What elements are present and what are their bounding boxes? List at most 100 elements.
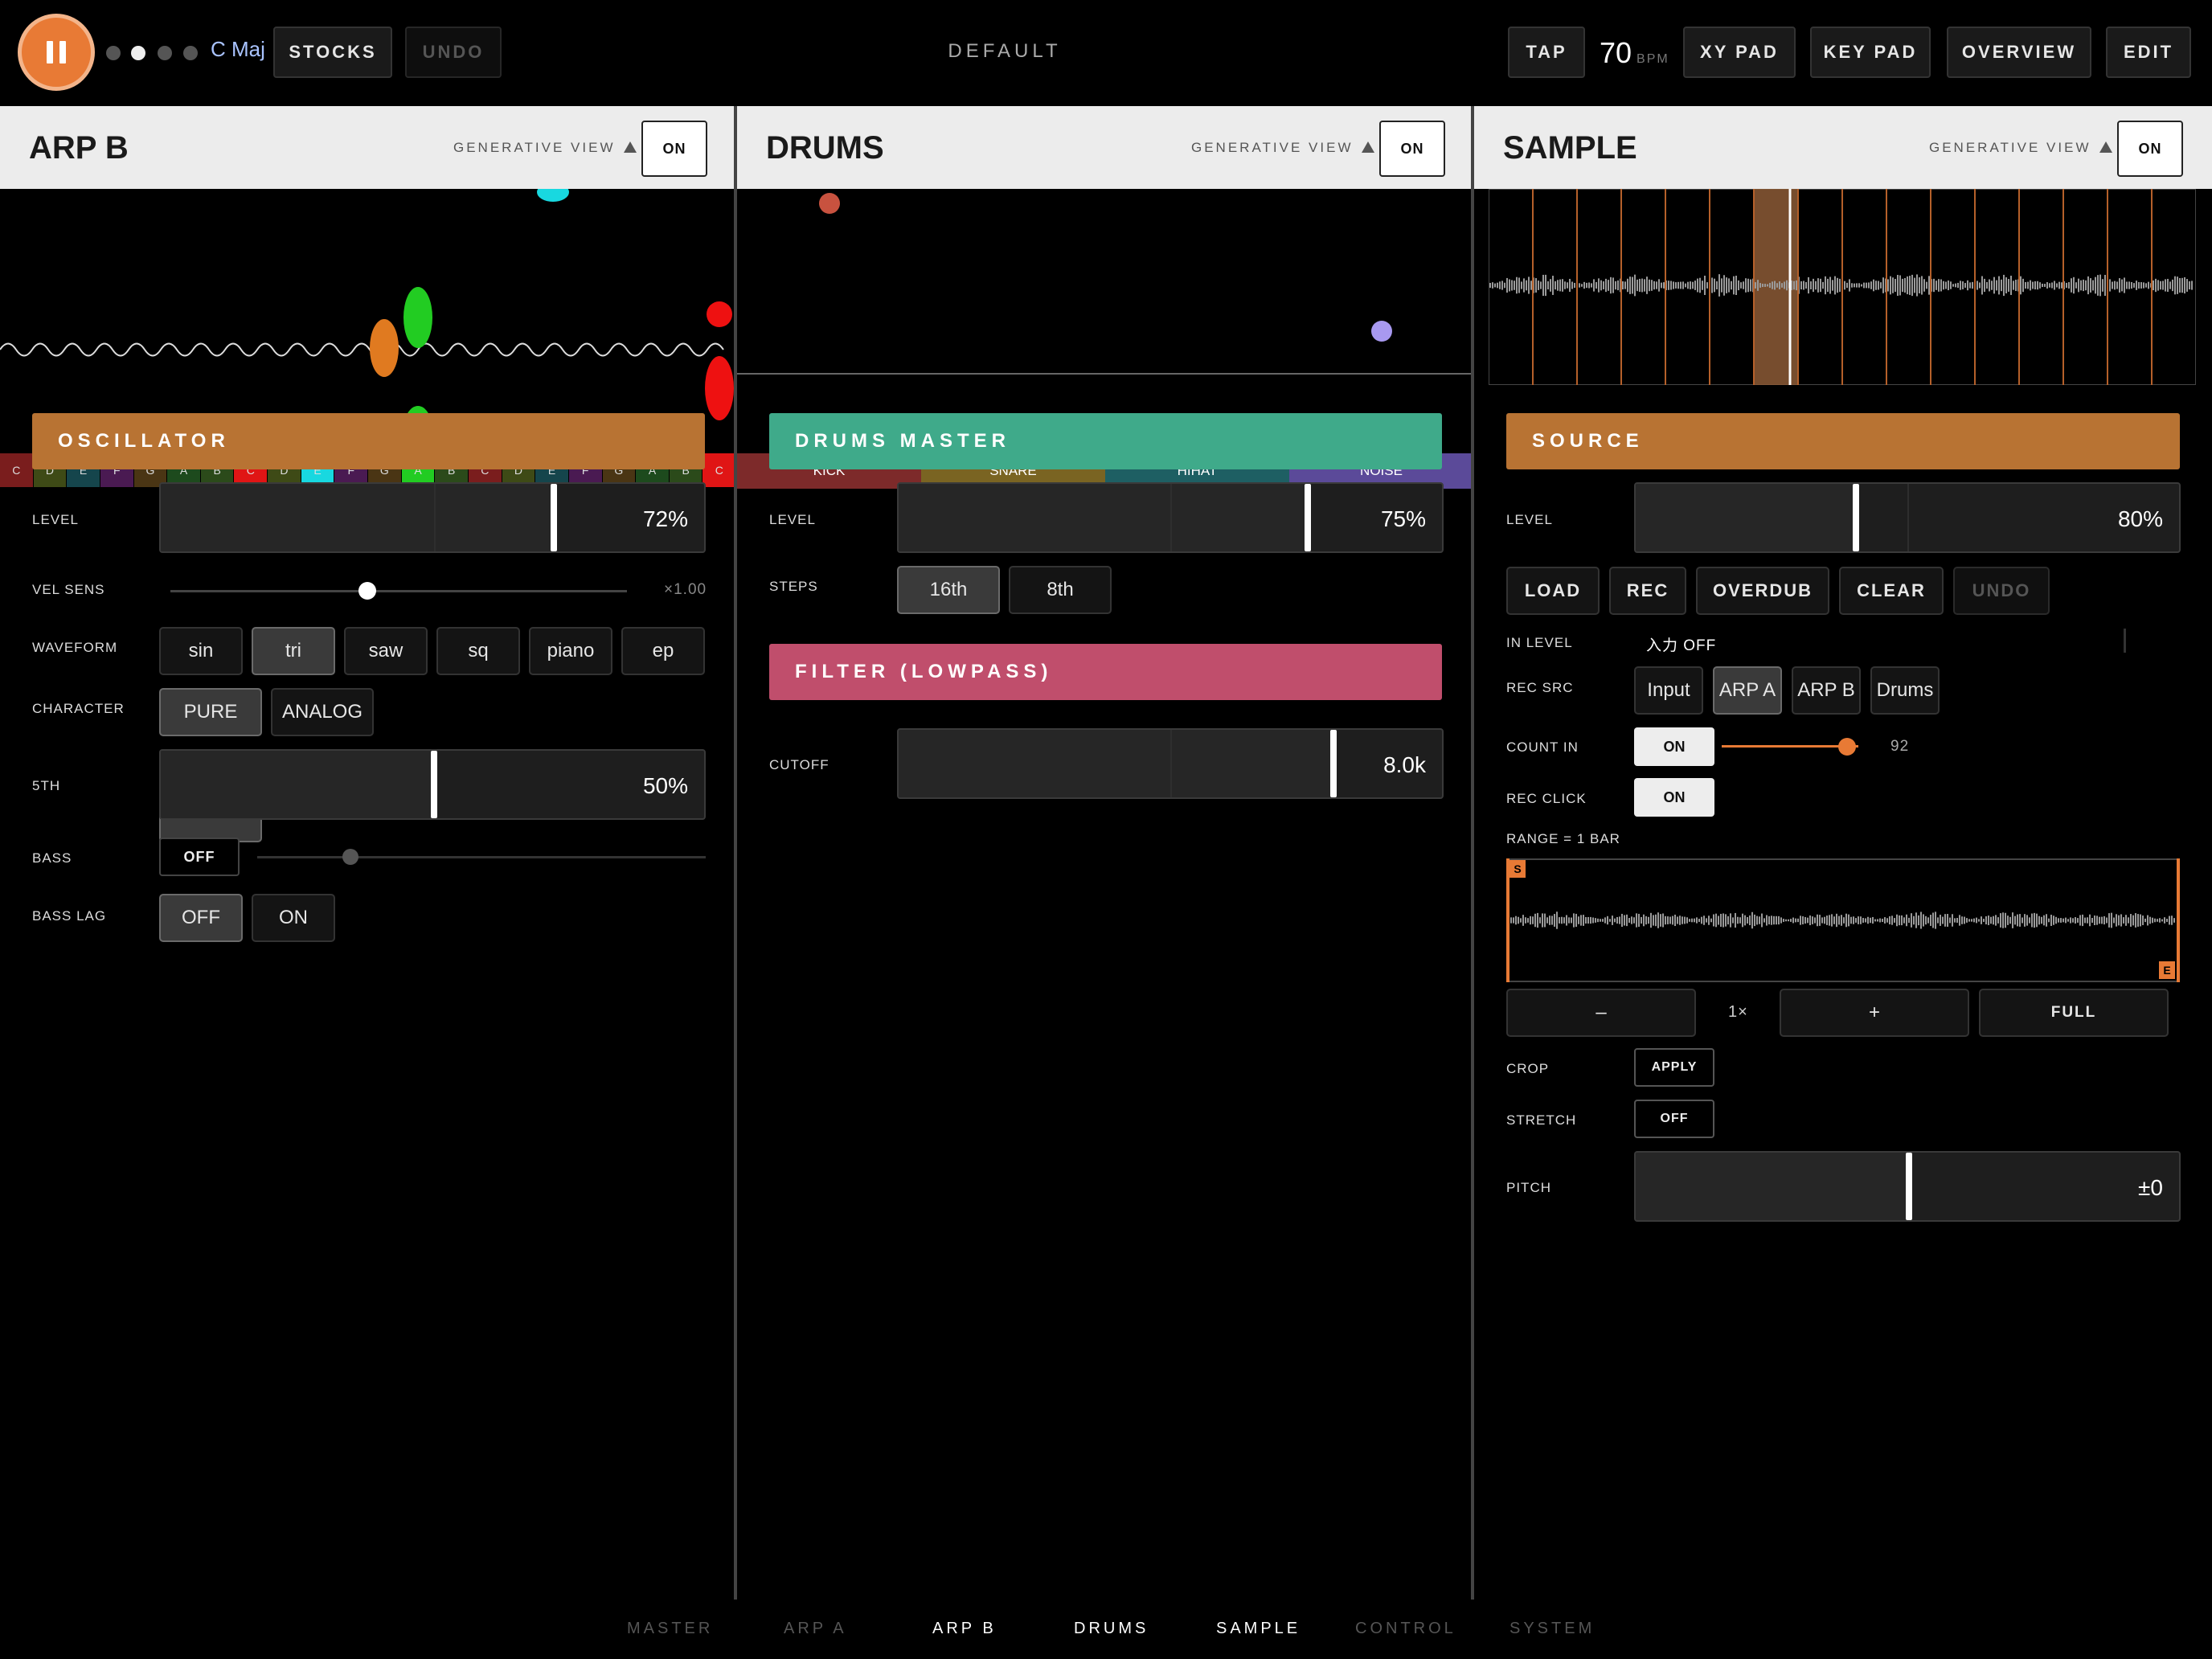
rec-click-toggle[interactable]: ON: [1634, 778, 1714, 817]
steps-8th[interactable]: 8th: [1009, 566, 1112, 614]
rec-src-arp-b[interactable]: ARP B: [1792, 666, 1861, 715]
bass-lag-off[interactable]: OFF: [159, 894, 243, 942]
rec-src-label: REC SRC: [1506, 680, 1574, 695]
tap-button[interactable]: TAP: [1508, 27, 1585, 78]
generative-view-label: GENERATIVE VIEW: [1929, 140, 2091, 155]
waveform-tri[interactable]: tri: [252, 627, 335, 675]
zoom-in-button[interactable]: +: [1780, 989, 1969, 1037]
sample-level-slider[interactable]: 80%: [1634, 482, 2181, 553]
pause-button[interactable]: [18, 14, 95, 91]
sample-slices-visualizer[interactable]: [1489, 189, 2196, 385]
stretch-toggle[interactable]: OFF: [1634, 1100, 1714, 1138]
slider-handle[interactable]: [551, 484, 557, 551]
full-zoom-button[interactable]: FULL: [1979, 989, 2169, 1037]
pitch-slider[interactable]: ±0: [1634, 1151, 2181, 1222]
steps-16th[interactable]: 16th: [897, 566, 1000, 614]
slider-handle[interactable]: [1853, 484, 1859, 551]
drums-panel: DRUMS GENERATIVE VIEW ON KICK SNARE HIHA…: [737, 106, 1473, 1600]
bpm-display[interactable]: 70 BPM: [1600, 36, 1669, 70]
waveform-sin[interactable]: sin: [159, 627, 243, 675]
drum-hit: [819, 193, 840, 214]
triangle-up-icon: [1361, 141, 1374, 153]
generative-on-button[interactable]: ON: [1379, 121, 1445, 177]
nav-control[interactable]: CONTROL: [1355, 1620, 1456, 1638]
sample-undo-button[interactable]: UNDO: [1953, 567, 2050, 615]
key-pad-button[interactable]: KEY PAD: [1810, 27, 1931, 78]
pitch-value: ±0: [2138, 1175, 2163, 1200]
generative-view-toggle[interactable]: GENERATIVE VIEW: [453, 140, 637, 156]
character-pure[interactable]: PURE: [159, 688, 262, 736]
generative-on-button[interactable]: ON: [2117, 121, 2183, 177]
bass-toggle[interactable]: OFF: [159, 838, 240, 876]
slider-handle[interactable]: [1330, 730, 1337, 797]
fifth-label: 5TH: [32, 778, 61, 793]
vel-sens-value: ×1.00: [664, 581, 707, 598]
stocks-button[interactable]: STOCKS: [273, 27, 392, 78]
character-analog[interactable]: ANALOG: [271, 688, 374, 736]
generative-view-toggle[interactable]: GENERATIVE VIEW: [1191, 140, 1374, 156]
scale-selector[interactable]: C Maj: [211, 37, 265, 62]
page-dot[interactable]: [183, 46, 198, 60]
nav-arp-b[interactable]: ARP B: [932, 1620, 997, 1638]
page-dot-active[interactable]: [131, 46, 145, 60]
sample-header: SAMPLE GENERATIVE VIEW ON: [1474, 106, 2212, 189]
slider-handle[interactable]: [1305, 484, 1311, 551]
count-in-toggle[interactable]: ON: [1634, 727, 1714, 766]
range-start-marker[interactable]: S: [1509, 860, 1526, 878]
page-dot[interactable]: [106, 46, 121, 60]
rec-src-arp-a[interactable]: ARP A: [1713, 666, 1782, 715]
load-button[interactable]: LOAD: [1506, 567, 1600, 615]
slider-handle[interactable]: [431, 751, 437, 818]
generative-on-button[interactable]: ON: [641, 121, 707, 177]
undo-button[interactable]: UNDO: [405, 27, 502, 78]
nav-system[interactable]: SYSTEM: [1509, 1620, 1595, 1638]
nav-master[interactable]: MASTER: [627, 1620, 713, 1638]
nav-sample[interactable]: SAMPLE: [1216, 1620, 1301, 1638]
panel-title: SAMPLE: [1503, 130, 1637, 166]
vel-sens-knob[interactable]: [358, 582, 376, 600]
fifth-slider[interactable]: 50%: [159, 749, 706, 820]
in-level-value: 入力 OFF: [1646, 637, 1717, 654]
range-end-marker[interactable]: E: [2159, 961, 2175, 979]
cutoff-slider[interactable]: 8.0k: [897, 728, 1444, 799]
zoom-out-button[interactable]: –: [1506, 989, 1696, 1037]
xy-pad-button[interactable]: XY PAD: [1683, 27, 1796, 78]
nav-arp-a[interactable]: ARP A: [784, 1620, 847, 1638]
generative-view-toggle[interactable]: GENERATIVE VIEW: [1929, 140, 2112, 156]
bass-lag-on[interactable]: ON: [252, 894, 335, 942]
count-in-knob[interactable]: [1838, 738, 1856, 756]
zoom-value: 1×: [1728, 1003, 1748, 1021]
vel-sens-track[interactable]: [170, 590, 627, 592]
edit-button[interactable]: EDIT: [2106, 27, 2191, 78]
note-blob: [707, 301, 732, 327]
sample-waveform-editor[interactable]: [1506, 858, 2180, 982]
crop-apply-button[interactable]: APPLY: [1634, 1048, 1714, 1087]
overdub-button[interactable]: OVERDUB: [1696, 567, 1829, 615]
overview-button[interactable]: OVERVIEW: [1947, 27, 2091, 78]
panel-title: DRUMS: [766, 130, 884, 166]
rec-src-drums[interactable]: Drums: [1870, 666, 1940, 715]
level-label: LEVEL: [769, 512, 816, 527]
slider-handle[interactable]: [1906, 1153, 1912, 1220]
sample-panel: SAMPLE GENERATIVE VIEW ON SOURCE LEVEL 8…: [1474, 106, 2212, 1600]
arp-b-panel: ARP B GENERATIVE VIEW ON CDEFGABCDEFGABC…: [0, 106, 737, 1600]
page-dot[interactable]: [158, 46, 172, 60]
waveform-sq[interactable]: sq: [436, 627, 520, 675]
rec-button[interactable]: REC: [1609, 567, 1686, 615]
waveform-saw[interactable]: saw: [344, 627, 428, 675]
level-value: 75%: [1380, 506, 1426, 531]
nav-drums[interactable]: DRUMS: [1074, 1620, 1149, 1638]
waveform-ep[interactable]: ep: [621, 627, 705, 675]
cutoff-value: 8.0k: [1383, 752, 1426, 777]
bass-knob[interactable]: [342, 849, 358, 865]
clear-button[interactable]: CLEAR: [1839, 567, 1944, 615]
level-slider[interactable]: 72%: [159, 482, 706, 553]
waveform-piano[interactable]: piano: [529, 627, 612, 675]
piano-key[interactable]: C: [0, 453, 34, 487]
level-label: LEVEL: [32, 512, 79, 527]
piano-key[interactable]: C: [703, 453, 737, 487]
bass-track[interactable]: [257, 856, 706, 858]
drums-level-slider[interactable]: 75%: [897, 482, 1444, 553]
rec-src-input[interactable]: Input: [1634, 666, 1703, 715]
preset-name[interactable]: DEFAULT: [924, 40, 1085, 63]
